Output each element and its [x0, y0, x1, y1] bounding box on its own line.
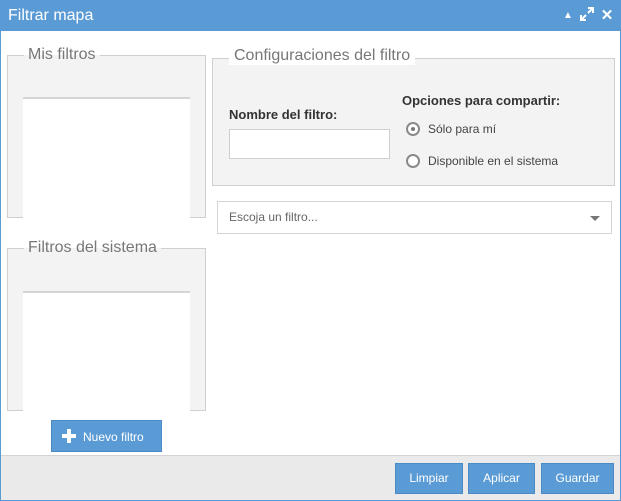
clear-button[interactable]: Limpiar [395, 463, 463, 494]
title-bar: Filtrar mapa ▲ ✕ [1, 1, 620, 31]
new-filter-label: Nuevo filtro [83, 430, 144, 444]
expand-arrows-icon [580, 7, 594, 21]
radio-button[interactable] [406, 154, 420, 168]
chevron-down-icon[interactable] [590, 216, 600, 221]
radio-dot-icon [411, 127, 415, 131]
my-filters-panel: Mis filtros [7, 46, 206, 224]
radio-only-me-label: Sólo para mí [428, 122, 497, 136]
share-options-label: Opciones para compartir: [402, 93, 561, 108]
apply-button[interactable]: Aplicar [468, 463, 535, 494]
my-filters-list[interactable] [23, 97, 190, 224]
dialog-footer: Limpiar Aplicar Guardar [1, 455, 620, 500]
save-button[interactable]: Guardar [541, 463, 614, 494]
filter-name-label: Nombre del filtro: [229, 107, 338, 122]
my-filters-legend: Mis filtros [28, 46, 96, 63]
filter-name-input[interactable] [229, 129, 390, 159]
radio-system-wide-label: Disponible en el sistema [428, 154, 559, 168]
dialog-title: Filtrar mapa [8, 7, 94, 24]
expand-icon[interactable] [579, 7, 595, 25]
radio-button-selected[interactable] [406, 122, 420, 136]
plus-icon [62, 429, 76, 443]
filter-select-placeholder: Escoja un filtro... [229, 210, 318, 224]
filter-config-panel: Configuraciones del filtro Nombre del fi… [212, 47, 615, 186]
close-icon[interactable]: ✕ [599, 7, 615, 25]
system-filters-legend: Filtros del sistema [28, 239, 157, 256]
filter-map-dialog: Filtrar mapa ▲ ✕ Mis filtros Filtros del… [0, 0, 621, 501]
system-filters-panel: Filtros del sistema [7, 239, 206, 417]
collapse-icon[interactable]: ▲ [560, 7, 576, 25]
system-filters-list[interactable] [23, 291, 190, 417]
filter-select[interactable]: Escoja un filtro... [217, 201, 612, 234]
filter-config-legend: Configuraciones del filtro [229, 47, 416, 65]
new-filter-button[interactable]: Nuevo filtro [51, 420, 162, 452]
